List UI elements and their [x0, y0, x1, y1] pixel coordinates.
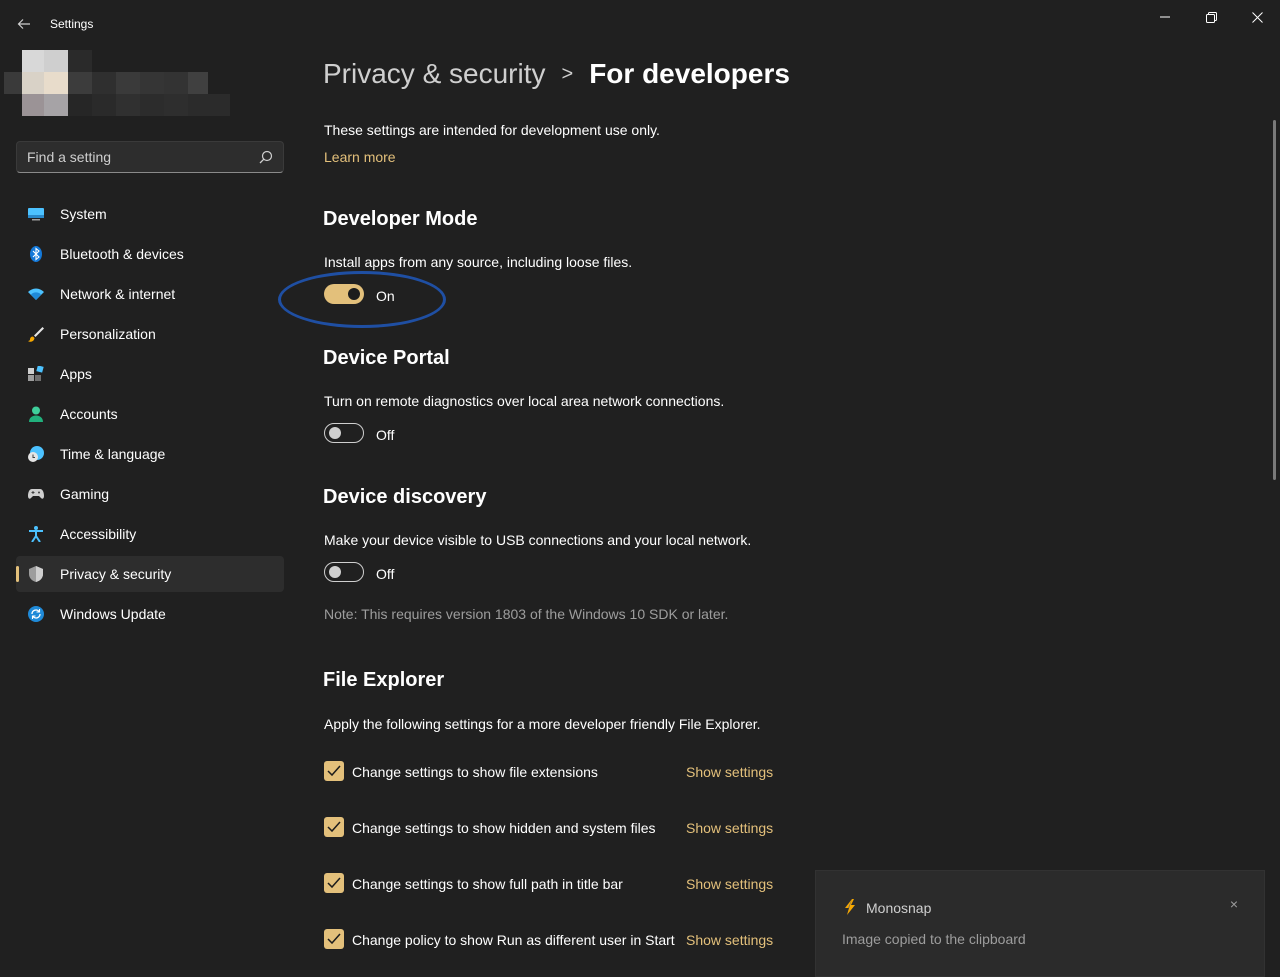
shield-icon — [29, 566, 43, 582]
sidebar-item-label: Privacy & security — [60, 566, 172, 582]
toast-close-icon[interactable]: × — [1225, 895, 1243, 913]
scrollbar[interactable] — [1273, 120, 1276, 480]
sidebar-item-time-language[interactable]: Time & language — [16, 436, 284, 472]
sidebar-item-label: Accounts — [60, 406, 118, 422]
sidebar-item-label: Apps — [60, 366, 92, 382]
sidebar-item-accessibility[interactable]: Accessibility — [16, 516, 284, 552]
close-icon — [1251, 11, 1263, 23]
device-discovery-description: Make your device visible to USB connecti… — [324, 532, 752, 548]
sidebar-item-label: Personalization — [60, 326, 156, 342]
sidebar-item-label: Network & internet — [60, 286, 176, 302]
toast-message: Image copied to the clipboard — [842, 931, 1026, 947]
avatar — [2, 48, 230, 118]
learn-more-link[interactable]: Learn more — [324, 149, 396, 165]
sidebar-item-system[interactable]: System — [16, 196, 284, 232]
show-full-path-checkbox[interactable] — [324, 873, 344, 893]
device-discovery-state: Off — [376, 566, 395, 582]
show-hidden-files-checkbox[interactable] — [324, 817, 344, 837]
show-settings-link[interactable]: Show settings — [686, 932, 773, 948]
back-button[interactable] — [10, 10, 38, 38]
minimize-button[interactable] — [1142, 4, 1188, 30]
device-discovery-note: Note: This requires version 1803 of the … — [324, 606, 729, 622]
breadcrumb: Privacy & security > For developers — [323, 58, 790, 90]
sidebar-item-label: System — [60, 206, 107, 222]
page-title: For developers — [589, 58, 790, 89]
file-explorer-description: Apply the following settings for a more … — [324, 716, 761, 732]
apps-icon — [28, 366, 44, 381]
close-button[interactable] — [1234, 4, 1280, 30]
sidebar-item-label: Gaming — [60, 486, 110, 502]
restore-icon — [1205, 11, 1217, 23]
sidebar-item-network[interactable]: Network & internet — [16, 276, 284, 312]
search-input[interactable] — [27, 142, 257, 172]
search-box[interactable] — [16, 141, 284, 173]
update-icon — [28, 606, 44, 622]
sidebar-item-label: Time & language — [60, 446, 166, 462]
sidebar-item-label: Windows Update — [60, 606, 166, 622]
breadcrumb-parent[interactable]: Privacy & security — [323, 58, 546, 90]
sidebar-item-accounts[interactable]: Accounts — [16, 396, 284, 432]
checkbox-label[interactable]: Change settings to show full path in tit… — [352, 876, 623, 892]
back-arrow-icon — [17, 19, 30, 29]
toast-notification[interactable]: Monosnap Image copied to the clipboard × — [815, 870, 1265, 977]
checkbox-label[interactable]: Change settings to show hidden and syste… — [352, 820, 656, 836]
device-portal-description: Turn on remote diagnostics over local ar… — [324, 393, 725, 409]
device-portal-toggle[interactable] — [324, 423, 364, 443]
file-explorer-heading: File Explorer — [323, 669, 445, 691]
chevron-right-icon: > — [561, 62, 574, 85]
show-settings-link[interactable]: Show settings — [686, 876, 773, 892]
device-portal-state: Off — [376, 427, 395, 443]
app-title: Settings — [50, 17, 94, 31]
search-icon[interactable] — [259, 150, 273, 164]
checkbox-label[interactable]: Change policy to show Run as different u… — [352, 932, 675, 948]
brush-icon — [28, 327, 44, 342]
developer-mode-heading: Developer Mode — [323, 208, 478, 230]
toggle-knob — [329, 427, 341, 439]
sidebar-nav: System Bluetooth & devices Network & int… — [16, 196, 284, 636]
annotation-ellipse — [278, 271, 446, 328]
checkmark-icon — [327, 765, 341, 777]
checkmark-icon — [327, 877, 341, 889]
checkmark-icon — [327, 821, 341, 833]
intro-text: These settings are intended for developm… — [324, 122, 660, 138]
title-bar: Settings — [0, 0, 1280, 48]
device-discovery-toggle[interactable] — [324, 562, 364, 582]
accessibility-icon — [29, 526, 43, 542]
show-file-extensions-checkbox[interactable] — [324, 761, 344, 781]
sidebar-item-label: Accessibility — [60, 526, 137, 542]
device-portal-heading: Device Portal — [323, 347, 450, 369]
monosnap-lightning-icon — [845, 899, 855, 915]
person-icon — [29, 406, 43, 422]
show-settings-link[interactable]: Show settings — [686, 820, 773, 836]
developer-mode-description: Install apps from any source, including … — [324, 254, 633, 270]
sidebar-item-bluetooth-devices[interactable]: Bluetooth & devices — [16, 236, 284, 272]
checkbox-label[interactable]: Change settings to show file extensions — [352, 764, 598, 780]
device-discovery-heading: Device discovery — [323, 486, 487, 508]
sidebar-item-label: Bluetooth & devices — [60, 246, 184, 262]
wifi-icon — [28, 288, 44, 300]
restore-button[interactable] — [1188, 4, 1234, 30]
show-settings-link[interactable]: Show settings — [686, 764, 773, 780]
checkmark-icon — [327, 933, 341, 945]
monitor-icon — [28, 208, 44, 221]
minimize-icon — [1160, 16, 1170, 18]
sidebar-item-privacy-security[interactable]: Privacy & security — [16, 556, 284, 592]
sidebar-item-personalization[interactable]: Personalization — [16, 316, 284, 352]
bluetooth-icon — [30, 246, 42, 262]
sidebar-item-windows-update[interactable]: Windows Update — [16, 596, 284, 632]
sidebar-item-gaming[interactable]: Gaming — [16, 476, 284, 512]
run-as-different-user-checkbox[interactable] — [324, 929, 344, 949]
gamepad-icon — [28, 489, 44, 499]
sidebar-item-apps[interactable]: Apps — [16, 356, 284, 392]
toast-app-name: Monosnap — [866, 900, 932, 916]
globe-clock-icon — [28, 446, 44, 462]
toggle-knob — [329, 566, 341, 578]
